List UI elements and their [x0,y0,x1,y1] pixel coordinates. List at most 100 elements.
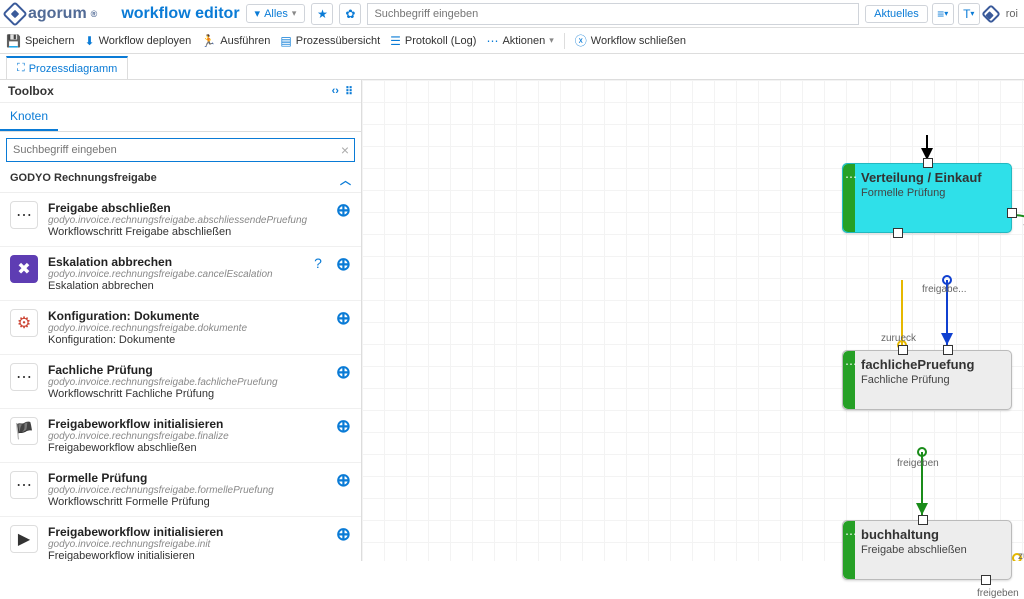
toolbox-sidebar: Toolbox ‹› ⠿ Knoten × GODYO Rechnungsfre… [0,80,362,561]
node-subtitle: Fachliche Prüfung [861,374,1001,386]
toolbox-node-list[interactable]: ⋯Freigabe abschließengodyo.invoice.rechn… [0,193,361,561]
node-title: fachlichePruefung [861,357,1001,372]
toolbox-search: × [0,132,361,168]
toolbox-node-item[interactable]: ⚙Konfiguration: Dokumentegodyo.invoice.r… [0,301,361,355]
close-workflow-button[interactable]: ⓧWorkflow schließen [575,32,686,49]
filter-dropdown[interactable]: ▾ Alles ▾ [246,4,306,23]
current-button[interactable]: Aktuelles [865,5,928,23]
tab-process-diagram[interactable]: ⛶ Prozessdiagramm [6,56,128,79]
toolbox-node-item[interactable]: 🏴Freigabeworkflow initialisierengodyo.in… [0,409,361,463]
dots-icon: ⋯ [845,357,855,371]
chevron-down-icon: ▾ [292,8,297,19]
tab-strip: ⛶ Prozessdiagramm [0,54,1024,80]
save-icon: 💾 [6,34,21,48]
node-texts: Konfiguration: Dokumentegodyo.invoice.re… [48,309,326,346]
toolbox-node-item[interactable]: ▶ Freigabeworkflow initialisierengodyo.in… [0,517,361,561]
dots-icon: ⋯ [845,170,855,184]
main-split: Toolbox ‹› ⠿ Knoten × GODYO Rechnungsfre… [0,80,1024,561]
node-desc: Konfiguration: Dokumente [48,334,326,346]
toolbox-search-input[interactable] [6,138,355,162]
add-node-button[interactable]: ⊕ [336,525,351,543]
node-texts: Freigabeworkflow initialisierengodyo.inv… [48,525,326,561]
edge-label-zurueck: zurueck [881,333,916,344]
dots-icon: ⋯ [10,471,38,499]
add-node-button[interactable]: ⊕ [336,363,351,381]
agorum-mini-icon[interactable] [981,4,1001,24]
node-title: buchhaltung [861,527,1001,542]
sidebar-collapse-icon[interactable]: ‹› [332,85,339,98]
add-node-button[interactable]: ⊕ [336,201,351,219]
port-in[interactable] [923,158,933,168]
node-path: godyo.invoice.rechnungsfreigabe.formelle… [48,485,326,496]
funnel-icon: ▾ [255,7,261,20]
workflow-canvas[interactable]: ⋯ Verteilung / Einkauf Formelle Prüfung … [362,80,1024,561]
actions-dropdown[interactable]: ⋯Aktionen [486,34,553,48]
list-view-button[interactable]: ≡▾ [932,3,954,25]
toolbox-group-header[interactable]: GODYO Rechnungsfreigabe ︿ [0,168,361,193]
deploy-button[interactable]: ⬇Workflow deployen [85,34,192,48]
overview-button[interactable]: ▤Prozessübersicht [280,34,380,48]
edge-label-freigeben-3: freigeben [977,588,1019,599]
node-desc: Eskalation abbrechen [48,280,304,292]
port-out[interactable] [893,228,903,238]
add-node-button[interactable]: ⊕ [336,471,351,489]
toolbox-node-item[interactable]: ⋯ Freigabe abschließengodyo.invoice.rechn… [0,193,361,247]
run-button[interactable]: 🏃Ausführen [201,34,270,48]
save-button[interactable]: 💾Speichern [6,34,75,48]
node-subtitle: Freigabe abschließen [861,544,1001,556]
node-desc: Workflowschritt Fachliche Prüfung [48,388,326,400]
global-search [367,3,859,25]
wf-node-buchhaltung[interactable]: ⋯ buchhaltung Freigabe abschließen zurue… [842,520,1012,580]
toolbox-node-item[interactable]: ✖Eskalation abbrechengodyo.invoice.rechn… [0,247,361,301]
toolbox-title: Toolbox [8,84,54,98]
node-title: Fachliche Prüfung [48,363,326,377]
filter-label: Alles [264,8,288,20]
dots-icon: ⋯ [486,34,498,48]
dots-icon: ⋯ [10,201,38,229]
toolbox-group-label: GODYO Rechnungsfreigabe [10,172,157,188]
user-label[interactable]: roi [1006,8,1018,20]
wf-node-fachliche[interactable]: ⋯ fachlichePruefung Fachliche Prüfung zu… [842,350,1012,410]
tab-label: Prozessdiagramm [29,63,118,75]
star-button[interactable]: ★ [311,3,333,25]
chevron-up-icon: ︿ [340,172,351,188]
toolbar-separator [564,33,565,49]
sidebar-grid-icon[interactable]: ⠿ [345,85,353,98]
wf-node-verteilung[interactable]: ⋯ Verteilung / Einkauf Formelle Prüfung … [842,163,1012,233]
node-path: godyo.invoice.rechnungsfreigabe.dokument… [48,323,326,334]
protocol-button[interactable]: ☰Protokoll (Log) [390,34,476,48]
play-icon: ▶ [10,525,38,553]
add-node-button[interactable]: ⊕ [336,255,351,273]
node-path: godyo.invoice.rechnungsfreigabe.fachlich… [48,377,326,388]
page-title: workflow editor [121,5,239,23]
add-node-button[interactable]: ⊕ [336,309,351,327]
node-path: godyo.invoice.rechnungsfreigabe.init [48,539,326,550]
toolbox-search-clear[interactable]: × [341,142,349,158]
help-icon[interactable]: ? [314,255,322,271]
brand-name: agorum [28,5,87,23]
port-out-right[interactable] [1007,208,1017,218]
node-texts: Eskalation abbrechengodyo.invoice.rechnu… [48,255,304,292]
node-desc: Freigabeworkflow initialisieren [48,550,326,561]
port-in-left[interactable] [898,345,908,355]
port-out[interactable] [981,575,991,585]
node-title: Freigabe abschließen [48,201,326,215]
edge-label-freigabe: freigabe... [922,284,966,295]
toolbox-tab-nodes[interactable]: Knoten [0,103,58,131]
toolbox-node-item[interactable]: ⋯Fachliche Prüfunggodyo.invoice.rechnung… [0,355,361,409]
node-desc: Workflowschritt Formelle Prüfung [48,496,326,508]
brand-logo[interactable]: agorum ® [6,5,97,23]
diagram-icon: ⛶ [17,62,25,75]
node-title: Formelle Prüfung [48,471,326,485]
global-search-input[interactable] [367,3,859,25]
edge-label-freigeben-2: freigeben [897,458,939,469]
node-texts: Freigabeworkflow initialisierengodyo.inv… [48,417,326,454]
add-node-button[interactable]: ⊕ [336,417,351,435]
brand-reg: ® [91,9,98,19]
port-in-right[interactable] [943,345,953,355]
port-in[interactable] [918,515,928,525]
node-texts: Freigabe abschließengodyo.invoice.rechnu… [48,201,326,238]
toolbox-node-item[interactable]: ⋯ Formelle Prüfunggodyo.invoice.rechnungs… [0,463,361,517]
text-style-button[interactable]: T▾ [958,3,980,25]
settings-button[interactable]: ✿ [339,3,361,25]
